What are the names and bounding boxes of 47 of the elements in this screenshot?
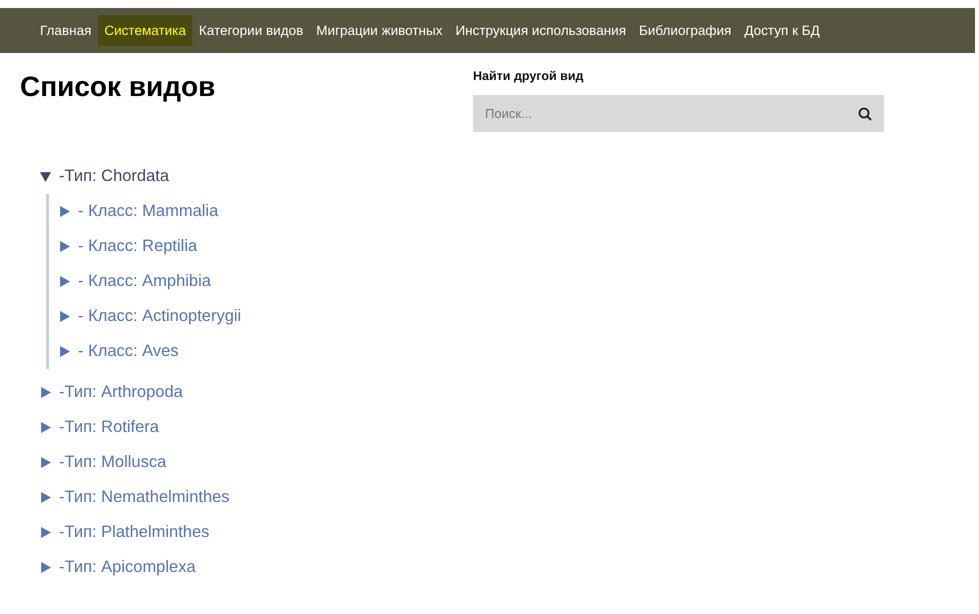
tree-label: -Тип: Apicomplexa xyxy=(59,558,196,577)
caret-right-icon xyxy=(40,562,51,573)
tree-label: -Тип: Rotifera xyxy=(59,418,159,437)
tree-label: - Класс: Amphibia xyxy=(78,272,211,291)
page-title: Список видов xyxy=(20,71,216,103)
caret-right-icon xyxy=(40,422,51,433)
caret-right-icon xyxy=(59,241,70,252)
nav-link[interactable]: Инструкция использования xyxy=(449,15,632,46)
nav-link[interactable]: Библиография xyxy=(633,15,738,46)
nav-link[interactable]: Главная xyxy=(34,15,98,46)
nav-link[interactable]: Миграции животных xyxy=(310,15,448,46)
caret-right-icon xyxy=(59,206,70,217)
tree-item[interactable]: -Тип: Apicomplexa xyxy=(40,550,473,585)
caret-right-icon xyxy=(40,387,51,398)
search-icon[interactable] xyxy=(858,107,872,121)
tree-item[interactable]: -Тип: Rotifera xyxy=(40,410,473,445)
tree-item[interactable]: - Класс: Actinopterygii xyxy=(59,299,473,334)
tree-item[interactable]: - Класс: Aves xyxy=(59,334,473,369)
tree-label: - Класс: Actinopterygii xyxy=(78,307,242,326)
search-label: Найти другой вид xyxy=(473,69,584,83)
tree-label: - Класс: Aves xyxy=(78,342,179,361)
tree-item[interactable]: -Тип: Plathelminthes xyxy=(40,515,473,550)
tree-item[interactable]: - Класс: Mammalia xyxy=(59,194,473,229)
caret-right-icon xyxy=(59,276,70,287)
caret-right-icon xyxy=(40,457,51,468)
caret-down-icon xyxy=(40,171,51,182)
tree-label: -Тип: Chordata xyxy=(59,167,170,186)
tree-item[interactable]: -Тип: Arthropoda xyxy=(40,375,473,410)
nav-link[interactable]: Доступ к БД xyxy=(738,15,826,46)
tree-label: -Тип: Mollusca xyxy=(59,453,166,472)
caret-right-icon xyxy=(40,492,51,503)
tree-item[interactable]: -Тип: Nemathelminthes xyxy=(40,480,473,515)
tree-item[interactable]: -Тип: Mollusca xyxy=(40,445,473,480)
search-field[interactable]: Поиск... xyxy=(473,95,884,132)
caret-right-icon xyxy=(59,311,70,322)
tree-label: - Класс: Reptilia xyxy=(78,237,198,256)
nav-link[interactable]: Систематика xyxy=(98,15,192,46)
tree-label: -Тип: Arthropoda xyxy=(59,383,183,402)
tree-item[interactable]: -Тип: Chordata xyxy=(40,159,473,194)
tree-label: -Тип: Nemathelminthes xyxy=(59,488,230,507)
tree-label: - Класс: Mammalia xyxy=(78,202,218,221)
caret-right-icon xyxy=(40,527,51,538)
nav-link[interactable]: Категории видов xyxy=(192,15,310,46)
tree-label: -Тип: Plathelminthes xyxy=(59,523,210,542)
tree-item[interactable]: - Класс: Amphibia xyxy=(59,264,473,299)
caret-right-icon xyxy=(59,346,70,357)
tree-item[interactable]: - Класс: Reptilia xyxy=(59,229,473,264)
